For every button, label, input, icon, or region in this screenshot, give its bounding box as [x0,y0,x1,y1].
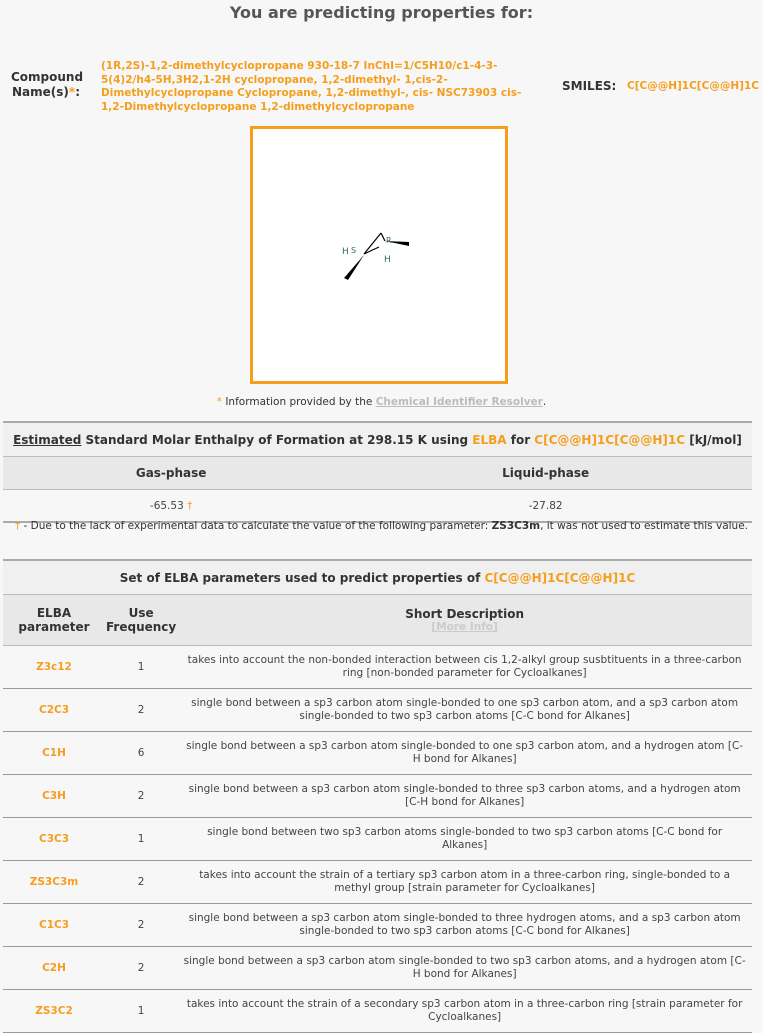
short-description-cell: takes into account the strain of a terti… [177,860,752,904]
elba-parameter-cell[interactable]: C2H [3,946,105,990]
estimated-link[interactable]: Estimated [13,433,81,447]
short-description-cell: single bond between a sp3 carbon atom si… [177,946,752,990]
table-row: C1H 6 single bond between a sp3 carbon ato… [3,731,752,775]
table-row: C2C3 2 single bond between a sp3 carbon at… [3,688,752,732]
atom-label-h-left: H [342,247,349,257]
gas-phase-value: -65.53 † [3,489,340,523]
table-row: C3H 2 single bond between a sp3 carbon ato… [3,774,752,818]
table-row: ZS3C2 1 takes into account the strain of a… [3,989,752,1033]
table-row: C1C3 2 single bond between a sp3 carbon at… [3,903,752,947]
use-frequency-cell: 1 [105,645,178,689]
short-description-cell: single bond between a sp3 carbon atom si… [177,903,752,947]
short-description-cell: single bond between a sp3 carbon atom si… [177,688,752,732]
table-row: ZS3C3m 2 takes into account the strain of … [3,860,752,904]
compound-names: (1R,2S)-1,2-dimethylcyclopropane 930-18-… [101,60,522,113]
params-table: ELBA parameter Use Frequency Short Descr… [3,595,752,1033]
footnote: † - Due to the lack of experimental data… [14,520,749,532]
use-frequency-cell: 1 [105,989,178,1033]
elba-parameter-cell[interactable]: ZS3C3m [3,860,105,904]
table-row: C2H 2 single bond between a sp3 carbon ato… [3,946,752,990]
table-row: C3C3 1 single bond between two sp3 carbon … [3,817,752,861]
short-description-cell: takes into account the strain of a secon… [177,989,752,1033]
use-frequency-cell: 2 [105,946,178,990]
liquid-phase-header: Liquid-phase [339,457,752,490]
chemical-identifier-resolver-link[interactable]: Chemical Identifier Resolver [376,396,543,408]
structure-image: H S R H [250,126,508,384]
elba-parameter-cell[interactable]: C1H [3,731,105,775]
use-frequency-cell: 2 [105,774,178,818]
params-panel: Set of ELBA parameters used to predict p… [3,559,752,1033]
use-frequency-cell: 6 [105,731,178,775]
smiles-value: C[C@@H]1C[C@@H]1C [627,80,759,92]
param-column-header: ELBA parameter [3,595,105,646]
liquid-phase-value: -27.82 [339,489,752,523]
enthalpy-panel: Estimated Standard Molar Enthalpy of For… [3,421,752,523]
description-column-header: Short Description [More Info] [177,595,752,646]
atom-label-r: R [386,236,392,245]
dagger-marker: † [187,499,193,512]
short-description-cell: takes into account the non-bonded intera… [177,645,752,689]
short-description-cell: single bond between a sp3 carbon atom si… [177,731,752,775]
table-row: Z3c12 1 takes into account the non-bonded … [3,645,752,689]
elba-parameter-cell[interactable]: ZS3C2 [3,989,105,1033]
elba-parameter-cell[interactable]: C2C3 [3,688,105,732]
frequency-column-header: Use Frequency [105,595,178,646]
page-title: You are predicting properties for: [229,3,534,22]
gas-phase-header: Gas-phase [3,457,340,490]
use-frequency-cell: 2 [105,860,178,904]
use-frequency-cell: 2 [105,688,178,732]
enthalpy-table: Gas-phase Liquid-phase -65.53 † -27.82 [3,457,752,523]
short-description-cell: single bond between a sp3 carbon atom si… [177,774,752,818]
use-frequency-cell: 2 [105,903,178,947]
enthalpy-panel-header: Estimated Standard Molar Enthalpy of For… [3,421,752,457]
use-frequency-cell: 1 [105,817,178,861]
params-panel-header: Set of ELBA parameters used to predict p… [3,559,752,595]
molecule-structure-diagram: H S R H [342,232,409,280]
elba-parameter-cell[interactable]: Z3c12 [3,645,105,689]
elba-parameter-cell[interactable]: C3C3 [3,817,105,861]
atom-label-s: S [351,246,356,255]
atom-label-h-right: H [384,255,391,265]
short-description-cell: single bond between two sp3 carbon atoms… [177,817,752,861]
more-info-link[interactable]: [More Info] [178,621,751,633]
compound-name-label: Compound Name(s)*: [11,70,84,99]
elba-parameter-cell[interactable]: C1C3 [3,903,105,947]
smiles-label: SMILES: [562,79,617,93]
elba-parameter-cell[interactable]: C3H [3,774,105,818]
provider-note: * Information provided by the Chemical I… [216,396,547,408]
